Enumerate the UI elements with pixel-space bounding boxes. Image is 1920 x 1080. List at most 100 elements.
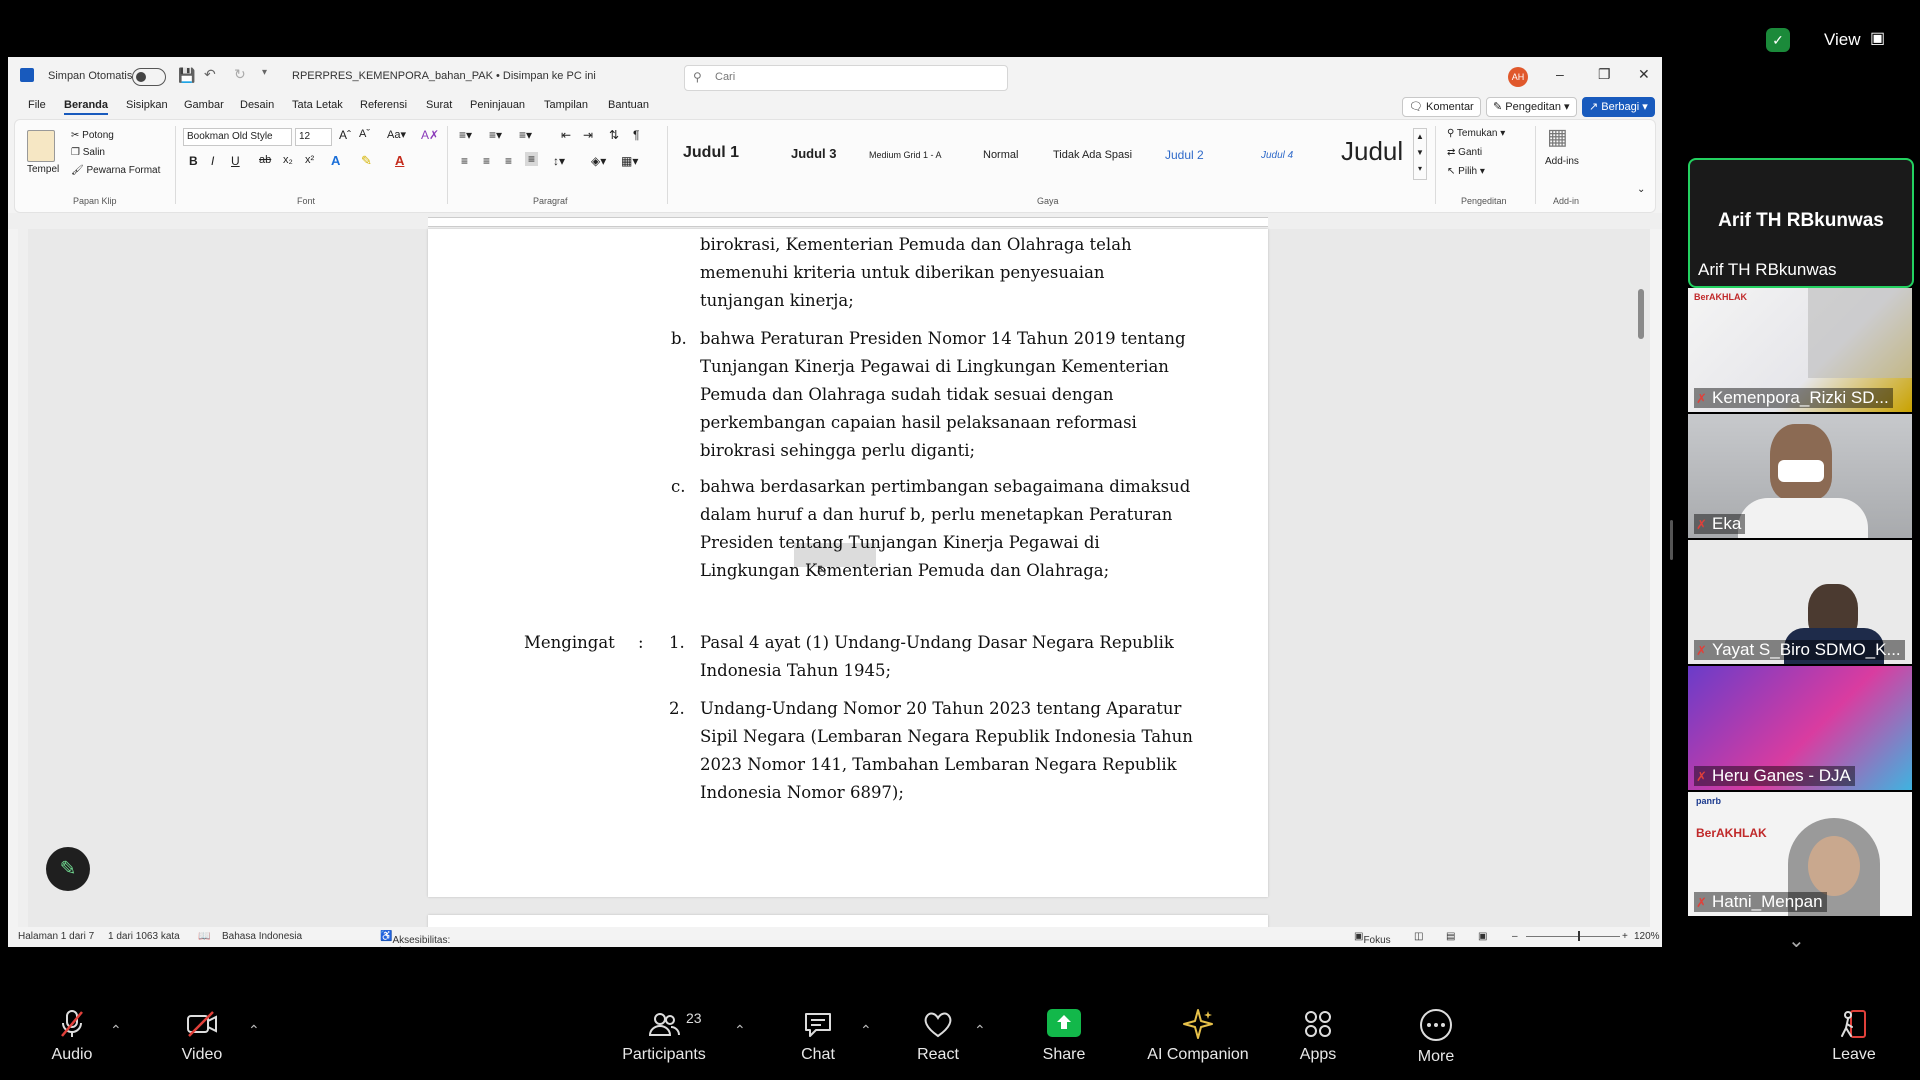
participant-tile[interactable]: ✗ Yayat S_Biro SDMO_K... (1688, 540, 1912, 664)
menu-surat[interactable]: Surat (426, 99, 452, 111)
participant-tile[interactable]: panrb BerAKHLAK ✗ Hatni_Menpan (1688, 792, 1912, 916)
style-normal[interactable]: Normal (983, 149, 1018, 161)
paste-icon[interactable] (27, 130, 55, 162)
mengingat-item-1[interactable]: Pasal 4 ayat (1) Undang-Undang Dasar Neg… (700, 629, 1174, 685)
sort-icon[interactable]: ⇅ (609, 128, 619, 142)
word-count[interactable]: 1 dari 1063 kata (108, 931, 180, 942)
menu-beranda[interactable]: Beranda (64, 99, 109, 115)
chevron-down-icon[interactable]: ⌄ (1788, 928, 1805, 953)
menu-tata-letak[interactable]: Tata Letak (292, 99, 343, 111)
change-case-icon[interactable]: Aa▾ (387, 128, 406, 141)
style-tidak-ada-spasi[interactable]: Tidak Ada Spasi (1053, 149, 1132, 161)
clear-format-icon[interactable]: A✗ (421, 128, 439, 142)
video-options-caret[interactable]: ⌃ (248, 1022, 260, 1039)
select-button[interactable]: ↖ Pilih ▾ (1447, 166, 1485, 177)
font-size-select[interactable]: 12 (295, 128, 332, 146)
decrease-indent-icon[interactable]: ⇤ (561, 128, 571, 142)
borders-icon[interactable]: ▦▾ (621, 154, 638, 168)
menu-file[interactable]: File (28, 99, 46, 111)
font-color-icon[interactable]: A (395, 153, 404, 168)
addins-icon[interactable]: ▦ (1547, 124, 1568, 150)
grid-view-icon[interactable]: ▣ (1870, 28, 1885, 48)
align-right-icon[interactable]: ≡ (505, 154, 512, 168)
zoom-slider[interactable] (1526, 931, 1620, 941)
accessibility-status[interactable]: ♿ Aksesibilitas: Siap digunakan (380, 931, 450, 947)
zoom-in-icon[interactable]: + (1622, 931, 1628, 942)
search-box[interactable]: ⚲ Cari (684, 65, 1008, 91)
paragraph-a[interactable]: birokrasi, Kementerian Pemuda dan Olahra… (700, 231, 1132, 315)
line-spacing-icon[interactable]: ↕▾ (553, 154, 565, 168)
style-medium-grid[interactable]: Medium Grid 1 - A (869, 150, 942, 160)
apps-button[interactable]: Apps (1268, 1008, 1368, 1064)
style-judul-3[interactable]: Judul 3 (791, 146, 837, 161)
menu-desain[interactable]: Desain (240, 99, 274, 111)
addins-label[interactable]: Add-ins (1545, 156, 1579, 167)
shading-icon[interactable]: ◈▾ (591, 154, 606, 168)
active-speaker-tile[interactable]: Arif TH RBkunwas Arif TH RBkunwas (1688, 158, 1914, 288)
paragraph-b[interactable]: bahwa Peraturan Presiden Nomor 14 Tahun … (700, 325, 1186, 465)
shrink-font-icon[interactable]: Aˇ (359, 128, 370, 140)
document-canvas[interactable]: birokrasi, Kementerian Pemuda dan Olahra… (18, 229, 1650, 947)
shield-check-icon[interactable]: ✓ (1766, 28, 1790, 52)
document-title[interactable]: RPERPRES_KEMENPORA_bahan_PAK • Disimpan … (292, 70, 596, 82)
editing-mode-button[interactable]: ✎ Pengeditan ▾ (1486, 97, 1577, 117)
web-layout-icon[interactable]: ▣ (1478, 931, 1487, 942)
minimize-icon[interactable]: – (1556, 66, 1564, 82)
bullets-icon[interactable]: ≡▾ (459, 128, 472, 142)
restore-icon[interactable]: ❐ (1598, 66, 1611, 83)
participant-tile[interactable]: ✗ Heru Ganes - DJA (1688, 666, 1912, 790)
font-name-select[interactable]: Bookman Old Style (183, 128, 292, 146)
justify-icon[interactable]: ≡ (525, 152, 539, 166)
scrollbar-thumb[interactable] (1638, 289, 1644, 339)
show-marks-icon[interactable]: ¶ (633, 128, 639, 142)
replace-button[interactable]: ⇄ Ganti (1447, 147, 1482, 158)
share-screen-button[interactable]: Share (1014, 1008, 1114, 1064)
read-mode-icon[interactable]: ◫ (1414, 931, 1423, 942)
participants-button[interactable]: 23 Participants (614, 1008, 714, 1064)
paste-label[interactable]: Tempel (27, 164, 59, 175)
zoom-level[interactable]: 120% (1634, 931, 1660, 942)
highlight-icon[interactable]: ✎ (361, 153, 372, 169)
react-button[interactable]: React (888, 1008, 988, 1064)
share-button[interactable]: ↗ Berbagi ▾ (1582, 97, 1655, 117)
react-options-caret[interactable]: ⌃ (974, 1022, 986, 1039)
participant-tile[interactable]: ✗ Eka (1688, 414, 1912, 538)
ai-companion-button[interactable]: AI Companion (1128, 1008, 1268, 1064)
more-button[interactable]: More (1386, 1008, 1486, 1066)
vertical-ruler[interactable] (18, 229, 28, 927)
increase-indent-icon[interactable]: ⇥ (583, 128, 593, 142)
close-icon[interactable]: ✕ (1638, 66, 1650, 83)
leave-button[interactable]: Leave (1804, 1008, 1904, 1064)
menu-bantuan[interactable]: Bantuan (608, 99, 649, 111)
style-judul-1[interactable]: Judul 1 (683, 144, 739, 162)
audio-button[interactable]: Audio (22, 1008, 122, 1064)
text-effects-icon[interactable]: A (331, 153, 340, 168)
align-center-icon[interactable]: ≡ (483, 154, 490, 168)
underline-icon[interactable]: U (231, 154, 240, 168)
pen-edit-icon[interactable]: ✎ (46, 847, 90, 891)
menu-tampilan[interactable]: Tampilan (544, 99, 588, 111)
grow-font-icon[interactable]: Aˆ (339, 128, 351, 142)
document-page[interactable]: birokrasi, Kementerian Pemuda dan Olahra… (428, 229, 1268, 897)
horizontal-ruler[interactable] (8, 213, 1662, 229)
italic-icon[interactable]: I (211, 154, 214, 168)
paragraph-c[interactable]: bahwa berdasarkan pertimbangan sebagaima… (700, 473, 1190, 585)
participants-options-caret[interactable]: ⌃ (734, 1022, 746, 1039)
format-painter-button[interactable]: 🖌 Pewarna Format (71, 165, 160, 176)
page-count[interactable]: Halaman 1 dari 7 (18, 931, 94, 942)
comment-button[interactable]: 🗨 Komentar (1402, 97, 1481, 117)
language[interactable]: Bahasa Indonesia (222, 931, 302, 942)
focus-button[interactable]: ▣ Fokus (1354, 931, 1391, 946)
redo-icon[interactable]: ↻ (234, 66, 246, 83)
print-layout-icon[interactable]: ▤ (1446, 931, 1455, 942)
zoom-out-icon[interactable]: – (1512, 931, 1518, 942)
menu-peninjauan[interactable]: Peninjauan (470, 99, 525, 111)
video-button[interactable]: Video (152, 1008, 252, 1064)
superscript-icon[interactable]: x² (305, 154, 314, 166)
numbering-icon[interactable]: ≡▾ (489, 128, 502, 142)
style-judul-2[interactable]: Judul 2 (1165, 148, 1204, 162)
styles-scroll[interactable]: ▲ ▼ ▾ (1413, 128, 1427, 180)
proofing-icon[interactable]: 📖 (198, 931, 210, 942)
copy-button[interactable]: ❐ Salin (71, 147, 105, 158)
style-judul-4[interactable]: Judul 4 (1261, 150, 1293, 161)
